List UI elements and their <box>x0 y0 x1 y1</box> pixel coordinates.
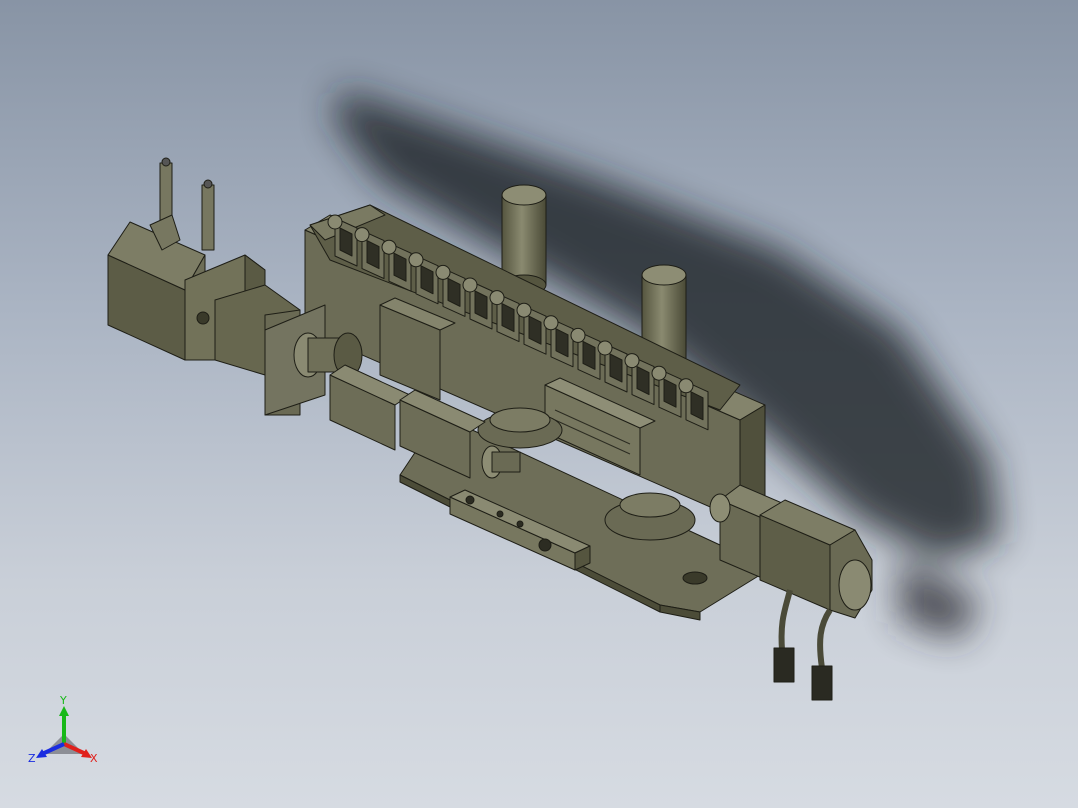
orientation-triad[interactable]: Y X Z <box>24 692 108 776</box>
y-axis-arrowhead <box>59 706 69 716</box>
motor-cable-connector-left <box>149 157 215 251</box>
assembly-model-render[interactable] <box>0 0 1078 808</box>
cad-3d-viewport[interactable]: Y X Z <box>0 0 1078 808</box>
y-axis-label: Y <box>59 694 67 707</box>
x-axis-label: X <box>90 752 98 765</box>
left-servo-motor <box>107 221 326 416</box>
z-axis-label: Z <box>28 752 36 765</box>
